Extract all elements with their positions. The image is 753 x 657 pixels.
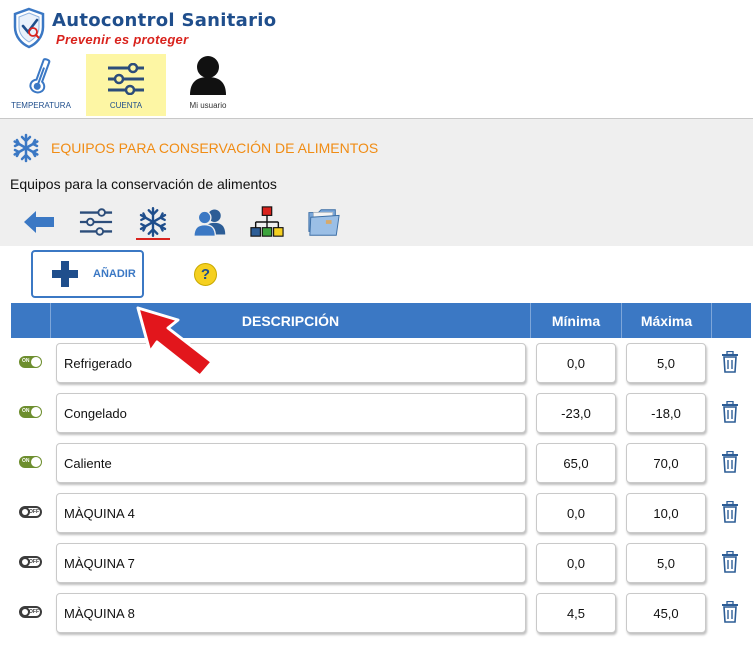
section-header: EQUIPOS PARA CONSERVACIÓN DE ALIMENTOS	[11, 133, 378, 163]
header-max: Máxima	[622, 303, 712, 338]
equipment-button[interactable]	[136, 205, 170, 240]
add-button[interactable]: AÑADIR	[31, 250, 144, 298]
header-delete-column	[712, 303, 751, 338]
description-field[interactable]: Congelado	[56, 393, 526, 433]
app-window: Autocontrol Sanitario Prevenir es proteg…	[0, 0, 753, 657]
nav-mi-usuario[interactable]: Mi usuario	[178, 54, 238, 116]
min-temperature-field[interactable]: -23,0	[536, 393, 616, 433]
toggle-label: ON	[22, 408, 30, 414]
max-temperature-field[interactable]: 70,0	[626, 443, 706, 483]
min-temperature-field[interactable]: 0,0	[536, 543, 616, 583]
toggle-label: OFF	[29, 509, 39, 515]
toggle-knob	[20, 607, 30, 617]
description-field[interactable]: MÀQUINA 7	[56, 543, 526, 583]
plus-icon	[52, 261, 78, 287]
snowflake-icon	[13, 133, 39, 163]
nav-temperatura[interactable]: TEMPERATURA	[10, 54, 72, 116]
min-temperature-field[interactable]: 4,5	[536, 593, 616, 633]
max-temperature-field[interactable]: -18,0	[626, 393, 706, 433]
thermometer-icon	[29, 58, 51, 94]
help-icon[interactable]: ?	[194, 263, 217, 286]
org-chart-button[interactable]	[250, 205, 284, 239]
toolbar	[22, 205, 364, 240]
table-row: ON Caliente 65,0 70,0	[0, 441, 753, 485]
status-toggle[interactable]: ON	[19, 456, 42, 468]
trash-icon[interactable]	[721, 501, 739, 523]
brand-title: Autocontrol Sanitario	[52, 9, 277, 31]
back-button[interactable]	[22, 205, 56, 239]
status-toggle[interactable]: ON	[19, 406, 42, 418]
toggle-label: OFF	[29, 609, 39, 615]
max-temperature-field[interactable]: 10,0	[626, 493, 706, 533]
nav-cuenta-label: CUENTA	[109, 101, 143, 110]
section-panel: EQUIPOS PARA CONSERVACIÓN DE ALIMENTOS E…	[0, 118, 753, 246]
nav-cuenta[interactable]: CUENTA	[86, 54, 166, 116]
trash-icon[interactable]	[721, 451, 739, 473]
toggle-knob	[31, 357, 41, 367]
table-row: OFF MÀQUINA 7 0,0 5,0	[0, 541, 753, 585]
sliders-icon	[79, 208, 113, 236]
description-field[interactable]: MÀQUINA 8	[56, 593, 526, 633]
toggle-label: ON	[22, 358, 30, 364]
sliders-icon	[108, 63, 144, 95]
description-field[interactable]: Caliente	[56, 443, 526, 483]
min-temperature-field[interactable]: 0,0	[536, 343, 616, 383]
header-description: DESCRIPCIÓN	[51, 303, 531, 338]
description-field[interactable]: Refrigerado	[56, 343, 526, 383]
table-header: DESCRIPCIÓN Mínima Máxima	[11, 303, 751, 338]
toggle-knob	[20, 507, 30, 517]
header-toggle-column	[11, 303, 51, 338]
snowflake-icon	[139, 206, 167, 238]
nav-temperatura-label: TEMPERATURA	[11, 101, 71, 110]
settings-button[interactable]	[79, 205, 113, 239]
back-arrow-icon	[24, 211, 54, 233]
brand-text: Autocontrol Sanitario Prevenir es proteg…	[52, 10, 276, 47]
top-nav: TEMPERATURA CUENTA Mi usuario	[10, 54, 260, 116]
header-min: Mínima	[531, 303, 622, 338]
folder-button[interactable]	[307, 205, 341, 239]
table-row: OFF MÀQUINA 4 0,0 10,0	[0, 491, 753, 535]
nav-mi-usuario-label: Mi usuario	[189, 101, 227, 110]
add-button-label: AÑADIR	[93, 268, 136, 280]
page-title: EQUIPOS PARA CONSERVACIÓN DE ALIMENTOS	[51, 140, 379, 156]
section-subtitle: Equipos para la conservación de alimento…	[10, 176, 277, 192]
trash-icon[interactable]	[721, 601, 739, 623]
toggle-knob	[31, 407, 41, 417]
user-icon	[190, 56, 226, 95]
table-row: ON Refrigerado 0,0 5,0	[0, 341, 753, 385]
status-toggle[interactable]: ON	[19, 356, 42, 368]
min-temperature-field[interactable]: 65,0	[536, 443, 616, 483]
toggle-knob	[20, 557, 30, 567]
trash-icon[interactable]	[721, 401, 739, 423]
folder-icon	[308, 209, 340, 236]
min-temperature-field[interactable]: 0,0	[536, 493, 616, 533]
toggle-label: ON	[22, 458, 30, 464]
table-row: ON Congelado -23,0 -18,0	[0, 391, 753, 435]
status-toggle[interactable]: OFF	[19, 606, 42, 618]
red-arrow-icon	[136, 306, 214, 378]
max-temperature-field[interactable]: 5,0	[626, 343, 706, 383]
users-icon	[193, 209, 226, 237]
trash-icon[interactable]	[721, 551, 739, 573]
status-toggle[interactable]: OFF	[19, 506, 42, 518]
org-chart-icon	[250, 206, 284, 237]
users-button[interactable]	[193, 205, 227, 239]
toggle-knob	[31, 457, 41, 467]
brand-subtitle: Prevenir es proteger	[56, 31, 189, 47]
max-temperature-field[interactable]: 45,0	[626, 593, 706, 633]
status-toggle[interactable]: OFF	[19, 556, 42, 568]
max-temperature-field[interactable]: 5,0	[626, 543, 706, 583]
description-field[interactable]: MÀQUINA 4	[56, 493, 526, 533]
brand-logo: Autocontrol Sanitario Prevenir es proteg…	[12, 6, 276, 50]
shield-check-icon	[13, 7, 45, 49]
toggle-label: OFF	[29, 559, 39, 565]
table-row: OFF MÀQUINA 8 4,5 45,0	[0, 591, 753, 635]
trash-icon[interactable]	[721, 351, 739, 373]
